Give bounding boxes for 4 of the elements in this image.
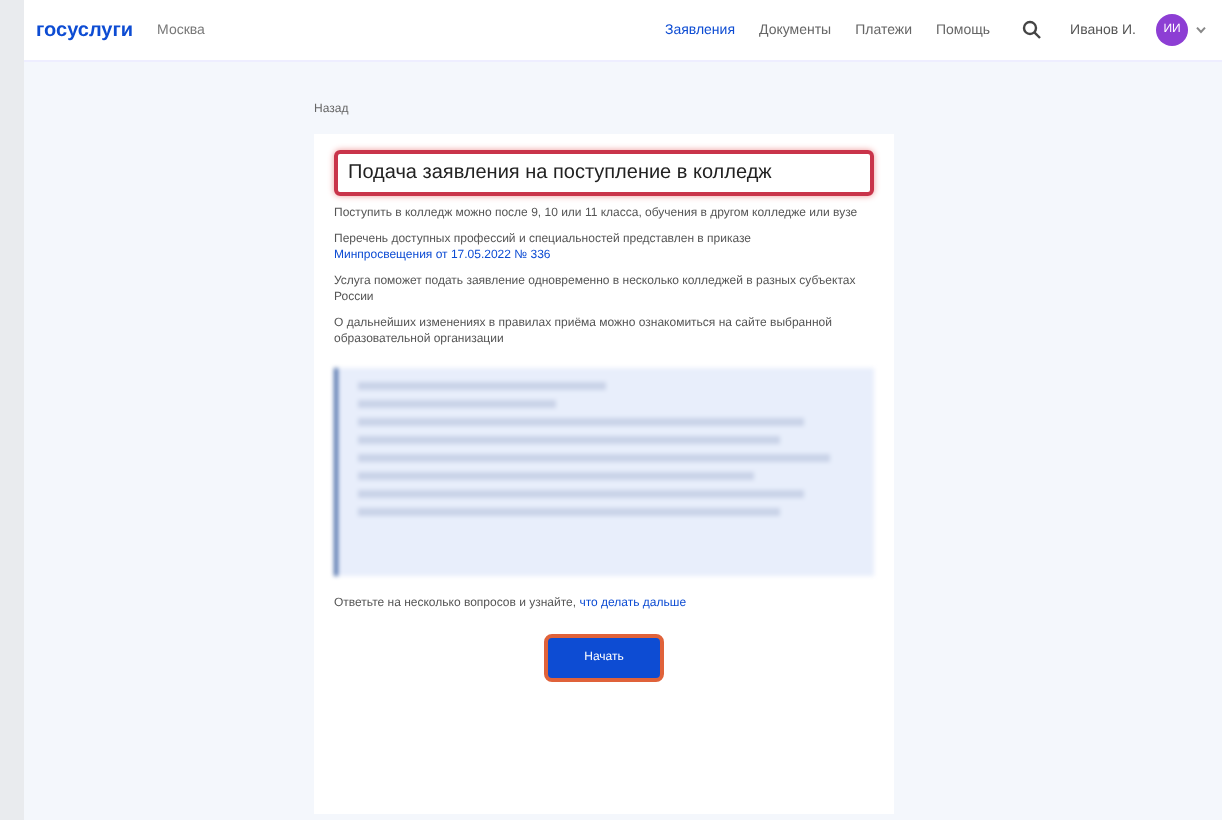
logo[interactable]: госуслуги — [36, 19, 134, 41]
caret-icon[interactable] — [1196, 26, 1206, 34]
page-title: Подача заявления на поступление в колледж — [334, 150, 874, 196]
search-icon[interactable] — [1022, 20, 1043, 40]
